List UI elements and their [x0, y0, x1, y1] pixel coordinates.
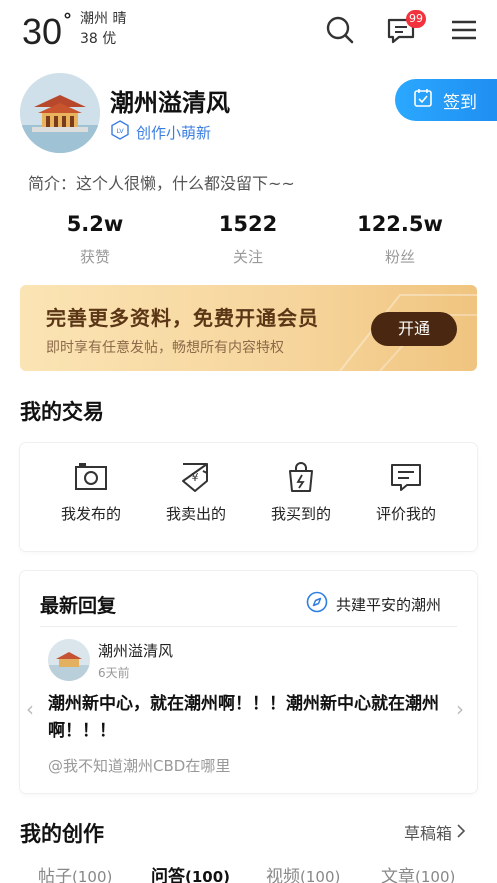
creation-tabs: 帖子(100) 问答(100) 视频(100) 文章(100)	[0, 862, 497, 883]
vip-banner[interactable]: 完善更多资料，免费开通会员 即时享有任意发帖，畅想所有内容特权 开通	[20, 285, 477, 371]
latest-reply-card[interactable]: 最新回复 共建平安的潮州 潮州溢清风 6天前 ‹ 潮州新中心，就在潮州啊！！！潮…	[20, 571, 477, 793]
reply-topic-link[interactable]: 共建平安的潮州	[306, 591, 441, 617]
reply-content[interactable]: 潮州新中心，就在潮州啊！！！潮州新中心就在潮州啊！！！	[48, 691, 452, 745]
reply-topic-label: 共建平安的潮州	[336, 595, 442, 614]
trade-label: 我发布的	[60, 505, 121, 523]
reply-time: 6天前	[98, 666, 130, 680]
tab-posts[interactable]: 帖子(100)	[38, 862, 112, 883]
search-icon[interactable]	[324, 14, 356, 46]
weather-city: 潮州 晴	[80, 11, 127, 27]
temperature-unit: °	[63, 10, 72, 31]
trade-bought[interactable]: 我买到的	[251, 461, 351, 524]
draft-box-link[interactable]: 草稿箱	[404, 820, 466, 844]
temperature: 30	[22, 11, 63, 52]
level-title: 创作小萌新	[136, 123, 212, 142]
trade-sold[interactable]: ¥ 我卖出的	[146, 461, 246, 524]
stat-value: 1522	[218, 212, 278, 236]
tab-count: (100)	[72, 868, 113, 883]
trade-label: 我买到的	[270, 505, 331, 523]
trade-label: 评价我的	[375, 505, 436, 523]
profile-intro: 简介：这个人很懒，什么都没留下~~	[28, 174, 295, 193]
tab-qa[interactable]: 问答(100)	[151, 862, 230, 883]
stat-value: 122.5w	[357, 212, 443, 236]
tab-label: 问答	[151, 867, 185, 883]
trade-reviews[interactable]: 评价我的	[356, 461, 456, 524]
level-hexagon-icon: LV	[110, 120, 130, 144]
air-quality: 38 优	[80, 31, 117, 47]
chevron-right-icon	[456, 823, 466, 842]
vip-title: 完善更多资料，免费开通会员	[46, 306, 319, 330]
chevron-right-icon[interactable]: ›	[456, 697, 464, 721]
tab-label: 帖子	[38, 867, 72, 883]
stat-likes[interactable]: 5.2w 获赞	[20, 210, 170, 267]
reply-reference[interactable]: @我不知道潮州CBD在哪里	[48, 755, 230, 776]
top-bar: 30 ° 潮州 晴 38 优 99	[0, 0, 497, 64]
profile-stats: 5.2w 获赞 1522 关注 122.5w 粉丝	[0, 210, 497, 270]
camera-icon	[41, 461, 141, 493]
checkin-button[interactable]: 签到	[395, 79, 497, 121]
level-badge[interactable]: LV 创作小萌新	[110, 120, 212, 144]
reply-avatar[interactable]	[48, 639, 90, 681]
divider	[40, 626, 457, 627]
calendar-check-icon	[413, 88, 433, 112]
trade-published[interactable]: 我发布的	[41, 461, 141, 524]
compass-icon	[306, 591, 328, 617]
svg-text:LV: LV	[116, 127, 124, 135]
message-badge: 99	[406, 10, 426, 28]
stat-following[interactable]: 1522 关注	[173, 210, 323, 267]
stat-value: 5.2w	[66, 212, 124, 236]
shopping-bag-icon	[251, 461, 351, 493]
stat-label: 粉丝	[384, 248, 415, 266]
tab-articles[interactable]: 文章(100)	[381, 862, 455, 883]
stat-label: 获赞	[79, 248, 110, 266]
tab-videos[interactable]: 视频(100)	[266, 862, 340, 883]
vip-open-button[interactable]: 开通	[371, 312, 457, 346]
comment-icon	[356, 461, 456, 493]
vip-subtitle: 即时享有任意发帖，畅想所有内容特权	[46, 340, 284, 356]
tab-count: (100)	[300, 868, 341, 883]
reply-username: 潮州溢清风	[98, 642, 174, 660]
tab-label: 视频	[266, 867, 300, 883]
yen-tag-icon: ¥	[146, 461, 246, 493]
trades-card: 我发布的 ¥ 我卖出的 我买到的 评价我的	[20, 443, 477, 551]
trade-label: 我卖出的	[165, 505, 226, 523]
stat-fans[interactable]: 122.5w 粉丝	[325, 210, 475, 267]
avatar[interactable]	[20, 73, 100, 153]
svg-text:¥: ¥	[192, 471, 199, 484]
tab-count: (100)	[415, 868, 456, 883]
chevron-left-icon[interactable]: ‹	[26, 697, 34, 721]
reply-section-title: 最新回复	[40, 595, 117, 617]
checkin-label: 签到	[443, 92, 477, 113]
stat-label: 关注	[232, 248, 263, 266]
username: 潮州溢清风	[110, 89, 230, 117]
tab-label: 文章	[381, 867, 415, 883]
trades-title: 我的交易	[20, 400, 104, 424]
tab-count: (100)	[185, 868, 231, 883]
creations-title: 我的创作	[20, 822, 104, 846]
draft-box-label: 草稿箱	[404, 824, 453, 843]
menu-icon[interactable]	[448, 14, 480, 46]
